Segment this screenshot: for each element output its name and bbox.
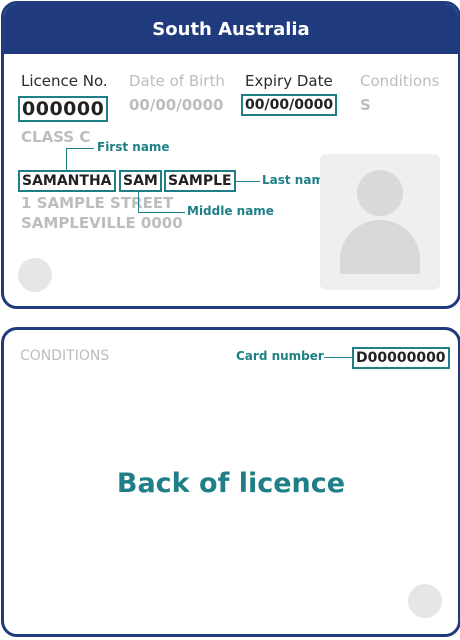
first-name-connector [66, 148, 67, 170]
photo-placeholder [320, 154, 440, 290]
licence-number-label: Licence No. [21, 72, 108, 90]
first-name-value: SAMANTHA [18, 170, 116, 192]
back-hologram-dot [408, 584, 442, 618]
state-header: South Australia [4, 4, 458, 54]
expiry-date-label: Expiry Date [245, 72, 333, 90]
licence-class: CLASS C [21, 128, 91, 146]
address-line-1: 1 SAMPLE STREET [21, 194, 174, 212]
conditions-value: S [360, 96, 371, 114]
conditions-label: Conditions [360, 72, 440, 90]
person-silhouette-body [340, 220, 420, 274]
date-of-birth-label: Date of Birth [129, 72, 225, 90]
last-name-value: SAMPLE [164, 170, 236, 192]
licence-front-card: South Australia Licence No. 000000 Date … [1, 1, 460, 309]
middle-name-connector [138, 191, 139, 212]
licence-back-card: CONDITIONS Card number D00000000 Back of… [1, 327, 460, 637]
hologram-dot [18, 258, 52, 292]
middle-name-value: SAM [119, 170, 162, 192]
back-conditions-label: CONDITIONS [20, 348, 110, 364]
card-number-annotation: Card number [236, 349, 324, 363]
card-number-value: D00000000 [352, 347, 450, 369]
expiry-date-value: 00/00/0000 [241, 94, 338, 116]
middle-name-annotation: Middle name [187, 204, 274, 218]
person-silhouette-head [357, 170, 403, 216]
first-name-connector-h [66, 148, 94, 149]
back-of-licence-title: Back of licence [116, 468, 346, 499]
date-of-birth-value: 00/00/0000 [129, 96, 224, 114]
card-number-connector [324, 357, 352, 358]
licence-number-value: 000000 [18, 96, 109, 122]
state-name: South Australia [152, 18, 310, 40]
address-line-2: SAMPLEVILLE 0000 [21, 214, 183, 232]
middle-name-connector-h [138, 212, 185, 213]
last-name-connector [236, 181, 260, 182]
first-name-annotation: First name [97, 140, 170, 154]
